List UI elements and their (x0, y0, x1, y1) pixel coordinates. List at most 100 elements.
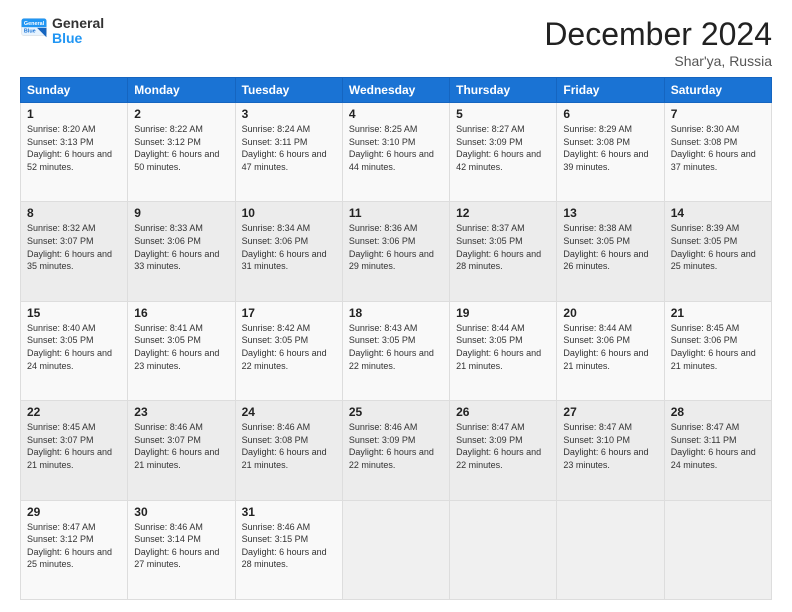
day-cell: 12 Sunrise: 8:37 AM Sunset: 3:05 PM Dayl… (450, 202, 557, 301)
day-number: 7 (671, 107, 765, 121)
day-number: 12 (456, 206, 550, 220)
day-info: Sunrise: 8:37 AM Sunset: 3:05 PM Dayligh… (456, 222, 550, 272)
day-info: Sunrise: 8:45 AM Sunset: 3:06 PM Dayligh… (671, 322, 765, 372)
title-block: December 2024 Shar'ya, Russia (544, 16, 772, 69)
day-number: 25 (349, 405, 443, 419)
day-cell: 2 Sunrise: 8:22 AM Sunset: 3:12 PM Dayli… (128, 103, 235, 202)
day-cell: 11 Sunrise: 8:36 AM Sunset: 3:06 PM Dayl… (342, 202, 449, 301)
day-cell: 13 Sunrise: 8:38 AM Sunset: 3:05 PM Dayl… (557, 202, 664, 301)
day-cell: 20 Sunrise: 8:44 AM Sunset: 3:06 PM Dayl… (557, 301, 664, 400)
header-day-tuesday: Tuesday (235, 78, 342, 103)
day-info: Sunrise: 8:24 AM Sunset: 3:11 PM Dayligh… (242, 123, 336, 173)
day-cell: 7 Sunrise: 8:30 AM Sunset: 3:08 PM Dayli… (664, 103, 771, 202)
day-cell (450, 500, 557, 599)
day-number: 29 (27, 505, 121, 519)
day-cell: 28 Sunrise: 8:47 AM Sunset: 3:11 PM Dayl… (664, 401, 771, 500)
day-info: Sunrise: 8:42 AM Sunset: 3:05 PM Dayligh… (242, 322, 336, 372)
day-info: Sunrise: 8:22 AM Sunset: 3:12 PM Dayligh… (134, 123, 228, 173)
day-info: Sunrise: 8:44 AM Sunset: 3:06 PM Dayligh… (563, 322, 657, 372)
day-number: 26 (456, 405, 550, 419)
day-cell: 6 Sunrise: 8:29 AM Sunset: 3:08 PM Dayli… (557, 103, 664, 202)
day-cell: 26 Sunrise: 8:47 AM Sunset: 3:09 PM Dayl… (450, 401, 557, 500)
day-cell: 17 Sunrise: 8:42 AM Sunset: 3:05 PM Dayl… (235, 301, 342, 400)
day-info: Sunrise: 8:45 AM Sunset: 3:07 PM Dayligh… (27, 421, 121, 471)
day-info: Sunrise: 8:39 AM Sunset: 3:05 PM Dayligh… (671, 222, 765, 272)
day-info: Sunrise: 8:43 AM Sunset: 3:05 PM Dayligh… (349, 322, 443, 372)
day-number: 13 (563, 206, 657, 220)
week-row-5: 29 Sunrise: 8:47 AM Sunset: 3:12 PM Dayl… (21, 500, 772, 599)
svg-text:General: General (24, 21, 45, 27)
header-day-wednesday: Wednesday (342, 78, 449, 103)
day-number: 8 (27, 206, 121, 220)
day-cell: 9 Sunrise: 8:33 AM Sunset: 3:06 PM Dayli… (128, 202, 235, 301)
day-cell: 21 Sunrise: 8:45 AM Sunset: 3:06 PM Dayl… (664, 301, 771, 400)
day-number: 9 (134, 206, 228, 220)
day-info: Sunrise: 8:38 AM Sunset: 3:05 PM Dayligh… (563, 222, 657, 272)
day-number: 11 (349, 206, 443, 220)
day-cell: 10 Sunrise: 8:34 AM Sunset: 3:06 PM Dayl… (235, 202, 342, 301)
day-number: 3 (242, 107, 336, 121)
day-cell: 27 Sunrise: 8:47 AM Sunset: 3:10 PM Dayl… (557, 401, 664, 500)
day-number: 28 (671, 405, 765, 419)
day-number: 6 (563, 107, 657, 121)
location: Shar'ya, Russia (544, 53, 772, 69)
day-info: Sunrise: 8:46 AM Sunset: 3:09 PM Dayligh… (349, 421, 443, 471)
day-info: Sunrise: 8:27 AM Sunset: 3:09 PM Dayligh… (456, 123, 550, 173)
day-number: 14 (671, 206, 765, 220)
day-number: 5 (456, 107, 550, 121)
day-cell (342, 500, 449, 599)
week-row-3: 15 Sunrise: 8:40 AM Sunset: 3:05 PM Dayl… (21, 301, 772, 400)
day-info: Sunrise: 8:46 AM Sunset: 3:07 PM Dayligh… (134, 421, 228, 471)
day-number: 21 (671, 306, 765, 320)
day-info: Sunrise: 8:47 AM Sunset: 3:11 PM Dayligh… (671, 421, 765, 471)
day-cell: 1 Sunrise: 8:20 AM Sunset: 3:13 PM Dayli… (21, 103, 128, 202)
day-number: 24 (242, 405, 336, 419)
day-info: Sunrise: 8:20 AM Sunset: 3:13 PM Dayligh… (27, 123, 121, 173)
day-info: Sunrise: 8:46 AM Sunset: 3:08 PM Dayligh… (242, 421, 336, 471)
header-day-friday: Friday (557, 78, 664, 103)
day-number: 27 (563, 405, 657, 419)
day-info: Sunrise: 8:46 AM Sunset: 3:15 PM Dayligh… (242, 521, 336, 571)
header-day-saturday: Saturday (664, 78, 771, 103)
week-row-1: 1 Sunrise: 8:20 AM Sunset: 3:13 PM Dayli… (21, 103, 772, 202)
day-number: 16 (134, 306, 228, 320)
header-day-monday: Monday (128, 78, 235, 103)
day-cell: 23 Sunrise: 8:46 AM Sunset: 3:07 PM Dayl… (128, 401, 235, 500)
logo-line1: General (52, 16, 104, 31)
day-cell: 19 Sunrise: 8:44 AM Sunset: 3:05 PM Dayl… (450, 301, 557, 400)
month-title: December 2024 (544, 16, 772, 53)
day-number: 4 (349, 107, 443, 121)
day-cell: 3 Sunrise: 8:24 AM Sunset: 3:11 PM Dayli… (235, 103, 342, 202)
day-number: 30 (134, 505, 228, 519)
day-cell: 14 Sunrise: 8:39 AM Sunset: 3:05 PM Dayl… (664, 202, 771, 301)
day-info: Sunrise: 8:47 AM Sunset: 3:10 PM Dayligh… (563, 421, 657, 471)
header-day-thursday: Thursday (450, 78, 557, 103)
logo-line2: Blue (52, 31, 104, 46)
logo: General Blue General Blue (20, 16, 104, 47)
day-info: Sunrise: 8:36 AM Sunset: 3:06 PM Dayligh… (349, 222, 443, 272)
day-info: Sunrise: 8:25 AM Sunset: 3:10 PM Dayligh… (349, 123, 443, 173)
day-cell: 25 Sunrise: 8:46 AM Sunset: 3:09 PM Dayl… (342, 401, 449, 500)
day-info: Sunrise: 8:47 AM Sunset: 3:09 PM Dayligh… (456, 421, 550, 471)
day-number: 22 (27, 405, 121, 419)
day-cell: 18 Sunrise: 8:43 AM Sunset: 3:05 PM Dayl… (342, 301, 449, 400)
day-number: 2 (134, 107, 228, 121)
day-cell: 4 Sunrise: 8:25 AM Sunset: 3:10 PM Dayli… (342, 103, 449, 202)
week-row-2: 8 Sunrise: 8:32 AM Sunset: 3:07 PM Dayli… (21, 202, 772, 301)
day-info: Sunrise: 8:30 AM Sunset: 3:08 PM Dayligh… (671, 123, 765, 173)
day-info: Sunrise: 8:33 AM Sunset: 3:06 PM Dayligh… (134, 222, 228, 272)
page: General Blue General Blue December 2024 … (0, 0, 792, 612)
calendar-header: SundayMondayTuesdayWednesdayThursdayFrid… (21, 78, 772, 103)
day-cell: 15 Sunrise: 8:40 AM Sunset: 3:05 PM Dayl… (21, 301, 128, 400)
day-number: 1 (27, 107, 121, 121)
day-cell (557, 500, 664, 599)
day-number: 31 (242, 505, 336, 519)
day-cell: 31 Sunrise: 8:46 AM Sunset: 3:15 PM Dayl… (235, 500, 342, 599)
day-info: Sunrise: 8:41 AM Sunset: 3:05 PM Dayligh… (134, 322, 228, 372)
day-cell: 22 Sunrise: 8:45 AM Sunset: 3:07 PM Dayl… (21, 401, 128, 500)
day-cell: 29 Sunrise: 8:47 AM Sunset: 3:12 PM Dayl… (21, 500, 128, 599)
day-info: Sunrise: 8:40 AM Sunset: 3:05 PM Dayligh… (27, 322, 121, 372)
calendar-body: 1 Sunrise: 8:20 AM Sunset: 3:13 PM Dayli… (21, 103, 772, 600)
day-info: Sunrise: 8:46 AM Sunset: 3:14 PM Dayligh… (134, 521, 228, 571)
logo-icon: General Blue (20, 17, 48, 45)
